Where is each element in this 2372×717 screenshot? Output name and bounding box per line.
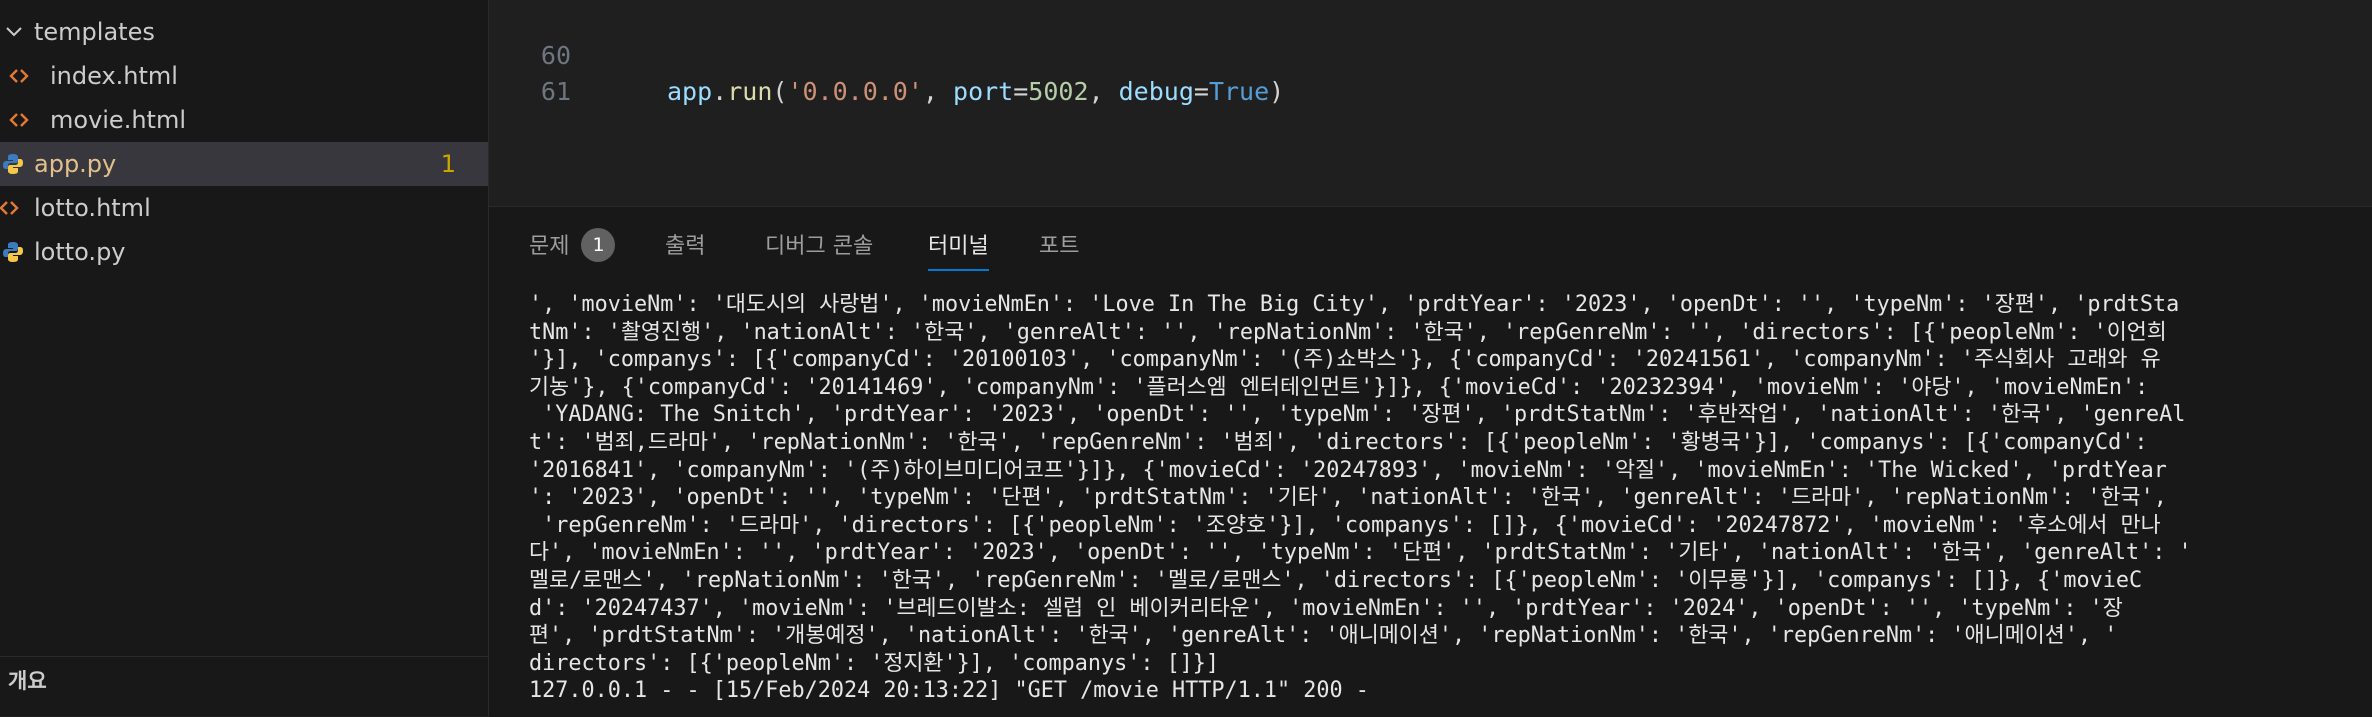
code-token: , <box>1088 77 1119 106</box>
terminal-line: 기농'}, {'companyCd': '20141469', 'company… <box>529 374 2149 400</box>
outline-section-header[interactable]: 개요 <box>0 656 488 704</box>
tree-item-movie-html[interactable]: movie.html <box>0 98 488 142</box>
tree-item-lotto-py[interactable]: lotto.py <box>0 230 488 274</box>
panel-tabs: 문제 1 출력 디버그 콘솔 터미널 포트 <box>489 207 2372 283</box>
terminal-line: t': '범죄,드라마', 'repNationNm': '한국', 'repG… <box>529 429 2148 455</box>
tree-item-label: movie.html <box>50 106 186 134</box>
problem-count-badge: 1 <box>440 150 456 178</box>
terminal-line: ', 'movieNm': '대도시의 사랑법', 'movieNmEn': '… <box>529 292 2180 317</box>
tab-ports[interactable]: 포트 <box>1039 225 1079 269</box>
code-token: port <box>953 77 1014 106</box>
code-token: True <box>1208 77 1270 106</box>
code-editor[interactable]: 60 app.run('0.0.0.0', port=5002, debug=T… <box>489 0 2372 206</box>
code-token: , <box>922 77 954 106</box>
terminal-line: 'YADANG: The Snitch', 'prdtYear': '2023'… <box>529 402 2186 428</box>
tree-item-app-py[interactable]: app.py 1 <box>0 142 488 186</box>
code-token: = <box>1013 77 1029 106</box>
terminal-line: '2016841', 'companyNm': '(주)하이브미디어코프'}]}… <box>529 457 2167 483</box>
code-token: ) <box>1269 77 1285 106</box>
terminal-line: tNm': '촬영진행', 'nationAlt': '한국', 'genreA… <box>529 319 2167 345</box>
tree-item-lotto-html[interactable]: lotto.html <box>0 186 488 230</box>
terminal-line: d': '20247437', 'movieNm': '브레드이발소: 셀럽 인… <box>529 595 2123 621</box>
html-file-icon <box>6 98 32 142</box>
tree-item-label: templates <box>34 18 155 46</box>
code-line: 60 app.run('0.0.0.0', port=5002, debug=T… <box>489 2 2372 106</box>
terminal-line: directors': [{'peopleNm': '정지환'}], 'comp… <box>529 650 1220 676</box>
terminal-line: 멜로/로맨스', 'repNationNm': '한국', 'repGenreN… <box>529 567 2143 593</box>
html-file-icon <box>6 54 32 98</box>
tab-terminal[interactable]: 터미널 <box>928 225 989 271</box>
terminal-line: 편', 'prdtStatNm': '개봉예정', 'nationAlt': '… <box>529 623 2118 649</box>
code-token: 5002 <box>1028 77 1089 106</box>
code-token: run <box>727 77 773 106</box>
python-file-icon <box>0 230 26 274</box>
terminal-line: '}], 'companys': [{'companyCd': '2010010… <box>529 347 2161 373</box>
tree-item-label: lotto.py <box>34 238 126 266</box>
problems-count-badge: 1 <box>581 228 616 262</box>
html-file-icon <box>0 186 22 230</box>
code-token: . <box>712 77 728 106</box>
code-token: '0.0.0.0' <box>787 77 923 106</box>
code-line: 61 <box>489 38 2372 106</box>
terminal-output[interactable]: ', 'movieNm': '대도시의 사랑법', 'movieNmEn': '… <box>529 291 2361 711</box>
tree-item-label: index.html <box>50 62 178 90</box>
terminal-line: 다', 'movieNmEn': '', 'prdtYear': '2023',… <box>529 540 2192 566</box>
tree-item-label: lotto.html <box>34 194 151 222</box>
active-tab-indicator <box>928 269 989 271</box>
tree-item-templates-folder[interactable]: templates <box>0 10 488 54</box>
tree-item-index-html[interactable]: index.html <box>0 54 488 98</box>
terminal-line: ': '2023', 'openDt': '', 'typeNm': '단편',… <box>529 485 2167 511</box>
bottom-panel: 문제 1 출력 디버그 콘솔 터미널 포트 ', 'movieNm': '대도시의… <box>489 206 2372 717</box>
tab-label: 문제 <box>529 234 570 259</box>
code-content: app.run('0.0.0.0', port=5002, debug=True… <box>667 74 1284 110</box>
tab-label: 터미널 <box>928 234 989 259</box>
code-token: app <box>667 77 713 106</box>
tab-label: 출력 <box>665 234 706 259</box>
tab-label: 포트 <box>1039 234 1080 259</box>
tab-label: 디버그 콘솔 <box>765 234 874 259</box>
line-number: 61 <box>540 77 571 106</box>
python-file-icon <box>0 142 26 186</box>
chevron-down-icon[interactable] <box>2 10 26 54</box>
terminal-line: 127.0.0.1 - - [15/Feb/2024 20:13:22] "GE… <box>529 678 1369 704</box>
code-token: debug <box>1118 77 1194 106</box>
tab-debug-console[interactable]: 디버그 콘솔 <box>765 225 873 269</box>
tab-output[interactable]: 출력 <box>665 225 705 269</box>
terminal-line: 'repGenreNm': '드라마', 'directors': [{'peo… <box>529 512 2161 538</box>
explorer-sidebar: templates index.html movie.html app.py 1… <box>0 0 489 716</box>
tab-problems[interactable]: 문제 1 <box>529 225 616 269</box>
tree-item-label: app.py <box>34 150 117 178</box>
code-token: = <box>1193 77 1209 106</box>
code-token: ( <box>772 77 788 106</box>
